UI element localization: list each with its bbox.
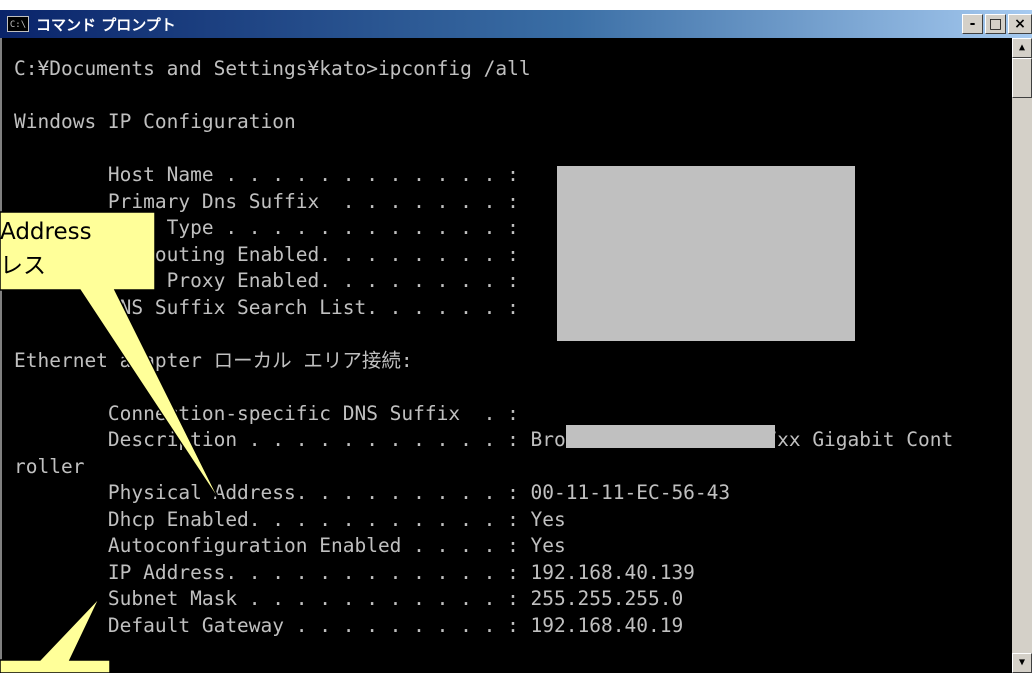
callout-layer: [0, 211, 223, 673]
ip-callout-bubble: [0, 596, 111, 673]
callout-mac-line2: レス: [0, 253, 46, 279]
callout-mac-line1: Address: [0, 219, 92, 245]
